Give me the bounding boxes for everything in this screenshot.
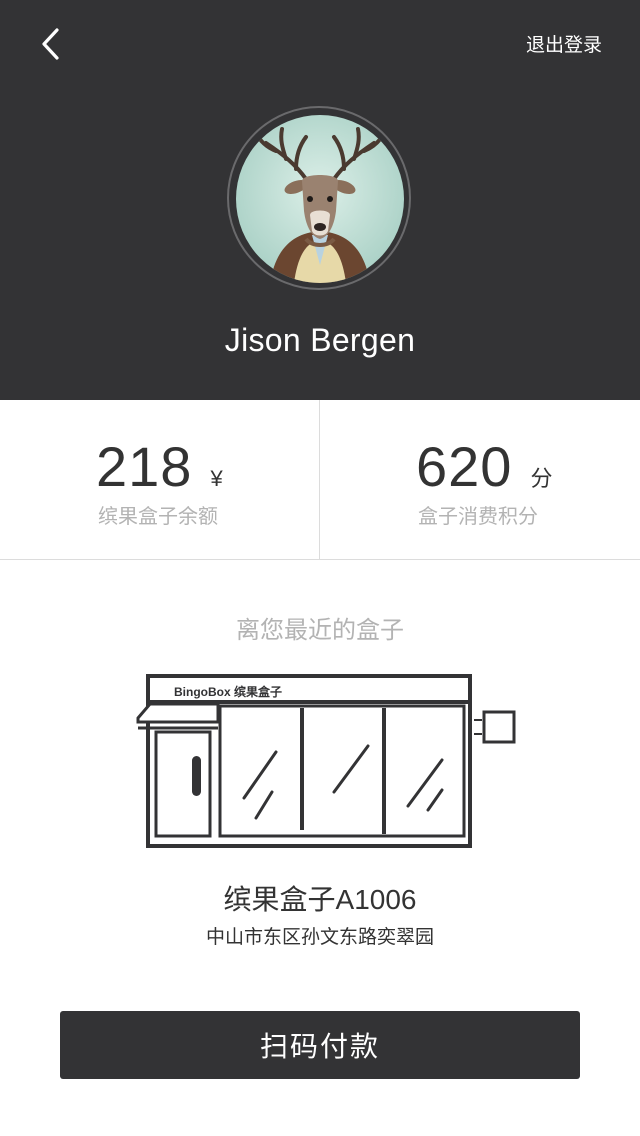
points-unit: 分 (530, 466, 553, 491)
points-label: 盒子消费积分 (418, 506, 538, 528)
box-name: 缤果盒子A1006 (223, 884, 417, 915)
balance-label: 缤果盒子余额 (98, 506, 218, 528)
avatar[interactable] (236, 115, 404, 283)
points-value: 620 (416, 435, 513, 498)
box-address: 中山市东区孙文东路奕翠园 (205, 927, 434, 948)
chevron-left-icon (42, 28, 59, 60)
balance-unit: ¥ (210, 466, 223, 491)
points-stat[interactable]: 620 分 盒子消费积分 (320, 400, 640, 560)
deer-avatar-icon (236, 115, 404, 283)
points-value-row: 620 分 (416, 434, 552, 499)
store-box-illustration[interactable]: BingoBox 缤果盒子 (136, 672, 520, 857)
balance-stat[interactable]: 218 ¥ 缤果盒子余额 (0, 400, 320, 560)
stats-panel: 218 ¥ 缤果盒子余额 620 分 盒子消费积分 (0, 400, 640, 560)
logout-button[interactable]: 退出登录 (526, 30, 602, 57)
nearest-box-title: 离您最近的盒子 (236, 617, 404, 644)
balance-value-row: 218 ¥ (96, 434, 223, 499)
scan-to-pay-button[interactable]: 扫码付款 (60, 1011, 580, 1079)
back-button[interactable] (30, 24, 70, 64)
balance-value: 218 (96, 435, 193, 498)
profile-header: 退出登录 Jison Bergen (0, 0, 640, 400)
username: Jison Bergen (224, 322, 416, 358)
brand-text: BingoBox 缤果盒子 (174, 684, 282, 699)
store-box-icon: BingoBox 缤果盒子 (136, 674, 516, 848)
